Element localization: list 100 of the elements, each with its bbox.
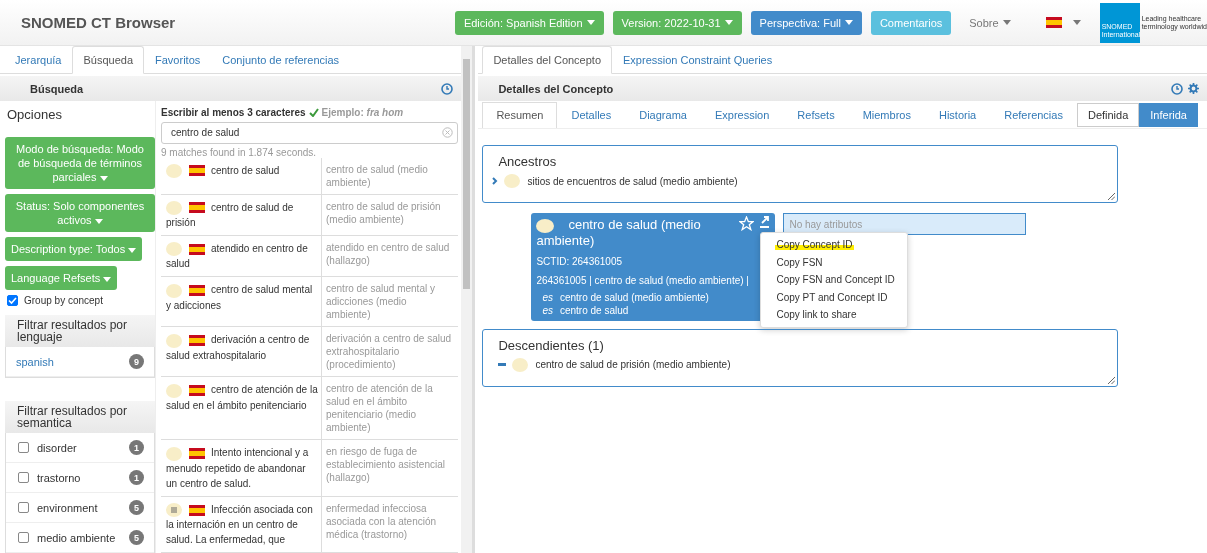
primitive-concept-icon bbox=[504, 174, 521, 188]
tab[interactable]: Resumen bbox=[482, 101, 558, 128]
tab[interactable]: Diagrama bbox=[625, 101, 701, 128]
concept-expression: 264361005 | centro de salud (medio ambiente) | bbox=[536, 274, 750, 286]
menu-item[interactable]: Copy link to share bbox=[761, 306, 908, 324]
panel-title: Detalles del Concepto bbox=[498, 82, 614, 95]
description-term: centro de salud bbox=[559, 304, 629, 316]
header-menu-button[interactable]: Edición: Spanish Edition bbox=[454, 10, 604, 35]
caret-icon bbox=[103, 277, 112, 282]
tab[interactable]: Búsqueda bbox=[72, 46, 145, 74]
option-dropdown[interactable]: Language Refsets bbox=[5, 266, 118, 290]
header-menu-button[interactable]: Version: 2022-10-31 bbox=[612, 10, 742, 35]
settings-icon[interactable] bbox=[1188, 82, 1199, 94]
tab[interactable]: Detalles del Concepto bbox=[482, 46, 613, 74]
checkbox-label: Group by concept bbox=[24, 295, 103, 306]
checkbox[interactable] bbox=[18, 502, 29, 513]
filter-label: disorder bbox=[37, 441, 78, 454]
result-term[interactable]: Infección asociada con la internación en un centro de salud. La enfermedad, que bbox=[161, 496, 322, 552]
filter-link[interactable]: spanish bbox=[16, 355, 123, 368]
tab[interactable]: Conjunto de referencias bbox=[211, 46, 351, 74]
export-icon[interactable] bbox=[759, 216, 771, 228]
collapse-icon[interactable] bbox=[498, 362, 507, 367]
tab[interactable]: Historia bbox=[924, 101, 991, 128]
description-term: centro de salud (medio ambiente) bbox=[559, 291, 709, 303]
option-dropdown[interactable]: Modo de búsqueda: Modo de búsqueda de términos parciales bbox=[5, 137, 155, 189]
spain-flag-icon bbox=[189, 285, 205, 297]
view-toggle-button[interactable]: Definida bbox=[1076, 102, 1140, 127]
count-badge: 5 bbox=[129, 530, 144, 545]
spain-flag-icon bbox=[1045, 17, 1062, 28]
section-heading: Ancestros bbox=[498, 154, 558, 169]
filter-label: trastorno bbox=[37, 471, 82, 484]
check-icon bbox=[308, 108, 319, 117]
concept-id: SCTID: 264361005 bbox=[536, 255, 624, 267]
checkbox[interactable] bbox=[7, 295, 18, 306]
option-dropdown[interactable]: Status: Solo componentes activos bbox=[5, 194, 155, 232]
attributes-box: No hay atributos bbox=[783, 213, 1027, 235]
resize-handle-icon[interactable] bbox=[1108, 376, 1116, 384]
tab[interactable]: Referencias bbox=[990, 101, 1077, 128]
checkbox[interactable] bbox=[18, 472, 29, 483]
result-term[interactable]: derivación a centro de salud extrahospitalario bbox=[161, 327, 322, 377]
result-term[interactable]: atendido en centro de salud bbox=[161, 235, 322, 277]
checkbox[interactable] bbox=[18, 442, 29, 453]
expand-icon[interactable] bbox=[492, 177, 499, 185]
result-fsn: enfermedad infecciosa asociada con la atención médica (trastorno) bbox=[325, 501, 438, 542]
tab[interactable]: Jerarquía bbox=[4, 46, 73, 74]
count-badge: 5 bbox=[129, 500, 144, 515]
concept-link[interactable]: centro de salud de prisión (medio ambiente) bbox=[535, 359, 731, 371]
filter-heading: Filtrar resultados por semantica bbox=[5, 401, 155, 433]
result-term[interactable]: centro de salud de prisión bbox=[161, 194, 322, 235]
history-icon[interactable] bbox=[440, 82, 453, 95]
resize-handle-icon[interactable] bbox=[1108, 193, 1116, 200]
tab[interactable]: Expression bbox=[700, 101, 784, 128]
language-code: es bbox=[542, 291, 553, 303]
result-term[interactable]: Intento intencional y a menudo repetido de abandonar un centro de salud. bbox=[161, 440, 322, 496]
language-code: es bbox=[542, 304, 553, 316]
menu-item[interactable]: Copy FSN and Concept ID bbox=[761, 271, 908, 289]
result-fsn: derivación a centro de salud extrahospitalario (procedimiento) bbox=[325, 332, 453, 373]
spain-flag-icon bbox=[189, 385, 205, 397]
result-term[interactable]: centro de salud mental y adicciones bbox=[161, 277, 322, 327]
spain-flag-icon bbox=[189, 335, 205, 347]
header-menu-button[interactable]: Sobre bbox=[960, 10, 1020, 35]
menu-item[interactable]: Copy PT and Concept ID bbox=[761, 288, 908, 306]
concept-link[interactable]: sitios de encuentros de salud (medio ambiente) bbox=[527, 175, 738, 187]
scrollbar[interactable] bbox=[460, 46, 473, 553]
search-field[interactable]: centro de salud bbox=[161, 122, 458, 144]
caret-icon bbox=[128, 248, 137, 253]
primitive-concept-icon bbox=[512, 357, 529, 372]
menu-item[interactable]: Copy FSN bbox=[761, 253, 908, 271]
filter-heading: Filtrar resultados por lenguaje bbox=[5, 315, 155, 347]
options-heading: Opciones bbox=[7, 107, 63, 122]
section-heading: Descendientes (1) bbox=[498, 337, 605, 353]
tab[interactable]: Expression Constraint Queries bbox=[612, 46, 784, 74]
menu-item[interactable]: Copy Concept ID bbox=[761, 236, 908, 254]
result-term[interactable]: centro de salud bbox=[161, 157, 322, 194]
spain-flag-icon bbox=[189, 448, 205, 460]
filter-label: environment bbox=[37, 501, 99, 514]
checkbox[interactable] bbox=[18, 532, 29, 543]
count-badge: 9 bbox=[129, 354, 144, 369]
view-toggle-button[interactable]: Inferida bbox=[1139, 102, 1198, 127]
history-icon[interactable] bbox=[1171, 82, 1183, 95]
count-badge: 1 bbox=[129, 470, 144, 485]
filter-label: medio ambiente bbox=[37, 531, 117, 544]
star-icon[interactable] bbox=[739, 216, 755, 231]
result-term[interactable]: centro de atención de la salud en el ámbito penitenciario bbox=[161, 377, 322, 440]
spain-flag-icon bbox=[189, 202, 205, 214]
tab[interactable]: Refsets bbox=[783, 101, 849, 128]
tab[interactable]: Detalles bbox=[557, 101, 626, 128]
search-status: 9 matches found in 1.874 seconds. bbox=[161, 146, 318, 158]
app-title: SNOMED CT Browser bbox=[21, 14, 177, 31]
option-dropdown[interactable]: Description type: Todos bbox=[5, 237, 143, 261]
result-fsn: atendido en centro de salud (hallazgo) bbox=[325, 240, 451, 268]
result-fsn: centro de atención de la salud en el ámbito penitenciario (medio ambiente) bbox=[325, 382, 434, 436]
tab[interactable]: Favoritos bbox=[144, 46, 212, 74]
tab[interactable]: Miembros bbox=[848, 101, 925, 128]
count-badge: 1 bbox=[129, 440, 144, 455]
header-menu-button[interactable]: Perspectiva: Full bbox=[750, 10, 862, 35]
caret-icon bbox=[1072, 20, 1081, 25]
spain-flag-icon bbox=[189, 165, 205, 177]
result-fsn: centro de salud de prisión (medio ambiente) bbox=[325, 199, 442, 227]
result-fsn: centro de salud (medio ambiente) bbox=[325, 162, 429, 190]
